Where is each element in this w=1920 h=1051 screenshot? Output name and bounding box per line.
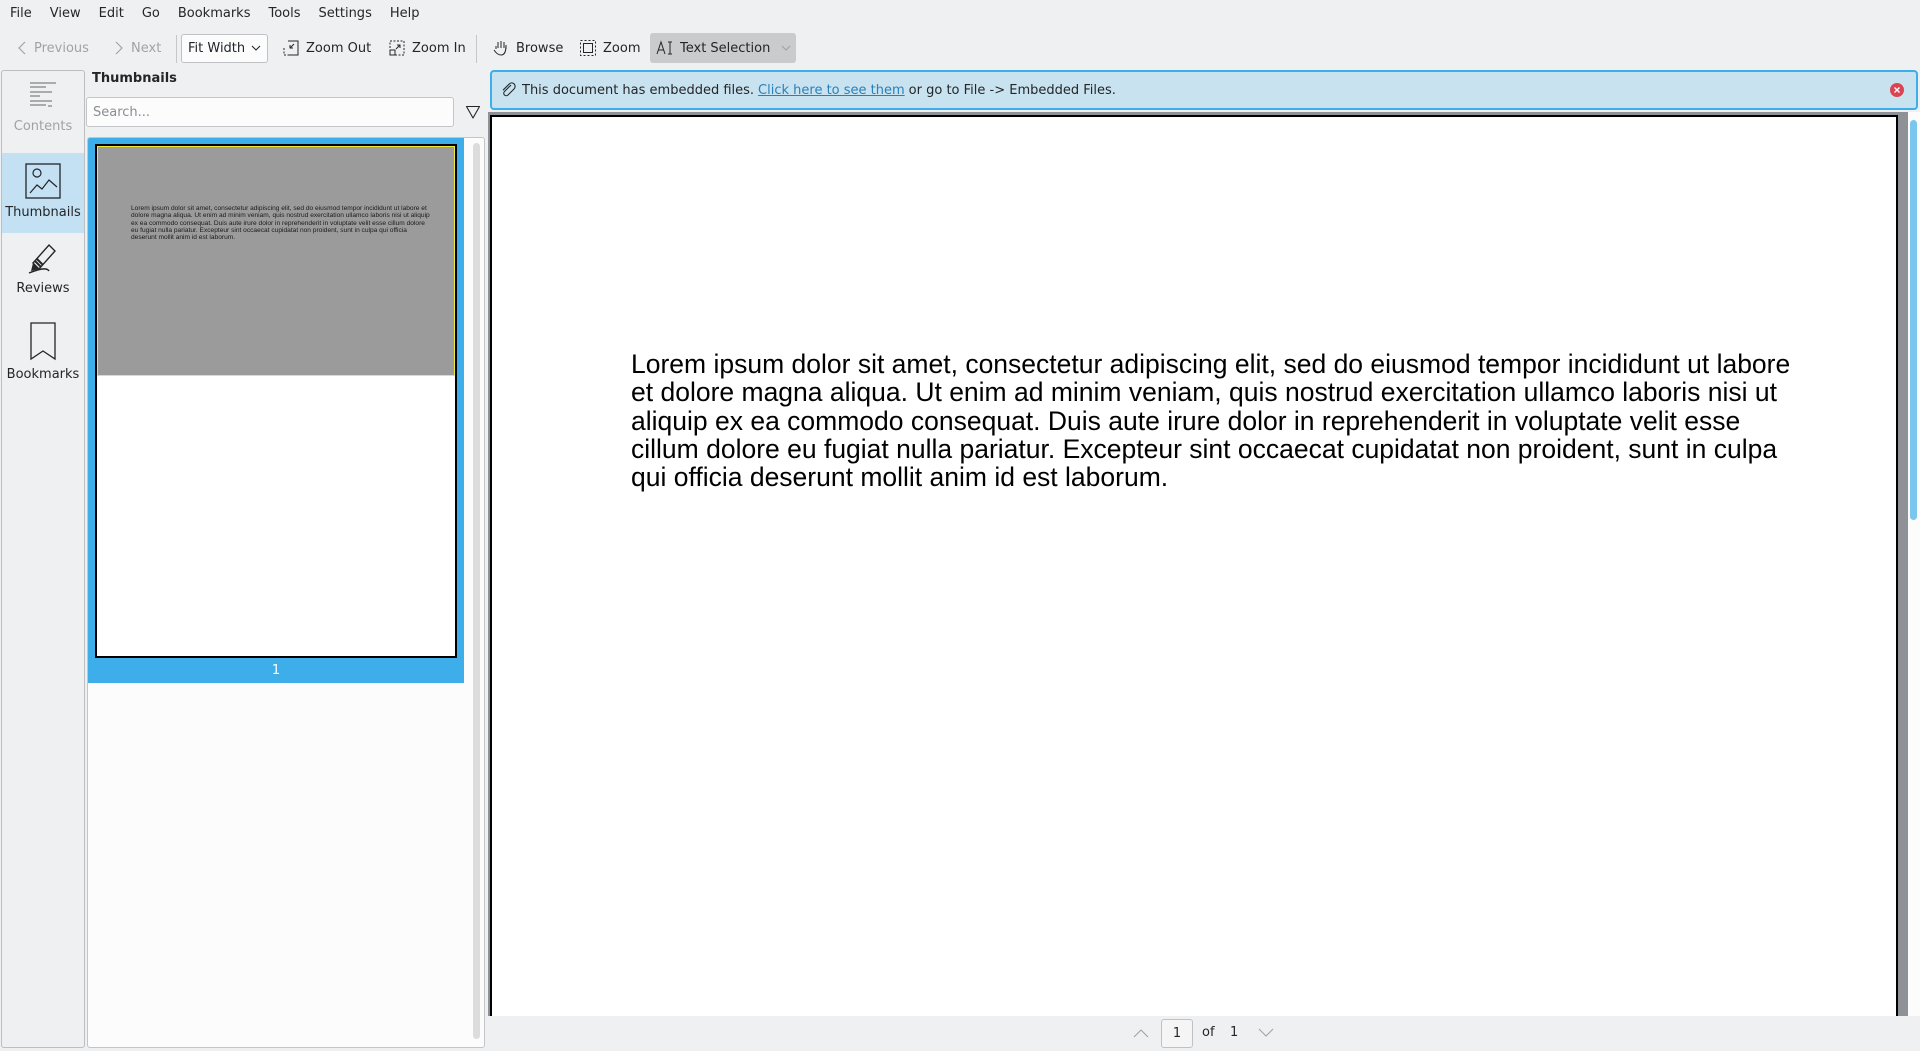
zoom-in-icon — [389, 40, 405, 56]
previous-button[interactable]: Previous — [10, 33, 95, 63]
zoom-out-label: Zoom Out — [306, 40, 372, 56]
zoom-in-label: Zoom In — [412, 40, 466, 56]
thumbnail-page-text: Lorem ipsum dolor sit amet, consectetur … — [131, 205, 430, 242]
hand-icon — [493, 41, 507, 56]
page-navigation-bar: of 1 — [488, 1016, 1920, 1051]
filter-button[interactable] — [463, 102, 483, 122]
menu-go[interactable]: Go — [132, 0, 168, 28]
paperclip-icon — [502, 82, 516, 97]
thumbnails-panel: Thumbnails Lorem ipsum dolor sit amet, c… — [86, 70, 486, 1048]
embedded-files-banner: This document has embedded files. Click … — [490, 70, 1918, 110]
vertical-scrollbar-track[interactable] — [1908, 112, 1920, 1016]
toolbar-separator — [476, 35, 477, 63]
banner-text: This document has embedded files. — [522, 82, 755, 98]
thumbnail-search-input[interactable] — [86, 97, 454, 127]
document-text[interactable]: Lorem ipsum dolor sit amet, consectetur … — [631, 350, 1791, 492]
sidebar-item-reviews[interactable]: Reviews — [2, 239, 84, 319]
zoom-tool-label: Zoom — [603, 40, 641, 56]
sidebar: Contents Thumbnails Reviews Bookmarks — [1, 70, 85, 1048]
menu-help[interactable]: Help — [380, 0, 428, 28]
sidebar-item-contents[interactable]: Contents — [2, 79, 84, 159]
zoom-mode-select[interactable]: Fit Width — [181, 34, 268, 63]
thumbnail-page-preview[interactable]: Lorem ipsum dolor sit amet, consectetur … — [95, 144, 457, 658]
zoom-tool-button[interactable]: Zoom — [573, 33, 646, 63]
sidebar-item-bookmarks[interactable]: Bookmarks — [2, 321, 84, 401]
toolbar: Previous Next Fit Width Zoom Out Zoom In… — [0, 29, 1920, 69]
browse-label: Browse — [516, 40, 564, 56]
close-banner-button[interactable] — [1890, 83, 1904, 97]
current-page-input[interactable] — [1161, 1019, 1193, 1048]
menu-bookmarks[interactable]: Bookmarks — [168, 0, 259, 28]
thumbnail-item[interactable]: Lorem ipsum dolor sit amet, consectetur … — [88, 138, 464, 683]
zoom-mode-value: Fit Width — [188, 41, 246, 56]
menu-view[interactable]: View — [40, 0, 89, 28]
thumbnail-list: Lorem ipsum dolor sit amet, consectetur … — [87, 137, 485, 1048]
document-area: This document has embedded files. Click … — [488, 70, 1920, 1051]
chevron-down-icon — [1258, 1028, 1274, 1037]
previous-label: Previous — [34, 40, 89, 56]
thumbnail-scrollbar[interactable] — [473, 143, 480, 1039]
banner-text-after: or go to File -> Embedded Files. — [908, 82, 1116, 98]
sidebar-label: Thumbnails — [5, 205, 81, 220]
text-selection-label: Text Selection — [680, 40, 771, 56]
menu-file[interactable]: File — [0, 0, 40, 28]
menu-tools[interactable]: Tools — [258, 0, 308, 28]
browse-tool-button[interactable]: Browse — [486, 33, 569, 63]
text-cursor-icon — [656, 40, 672, 55]
close-icon — [1894, 87, 1900, 93]
zoom-out-button[interactable]: Zoom Out — [276, 33, 377, 63]
menu-bar: File View Edit Go Bookmarks Tools Settin… — [0, 0, 1920, 28]
next-page-button[interactable] — [1256, 1024, 1276, 1042]
panel-title: Thumbnails — [92, 71, 177, 86]
bookmarks-icon — [30, 322, 56, 361]
filter-icon — [465, 105, 481, 119]
zoom-in-button[interactable]: Zoom In — [382, 33, 472, 63]
sidebar-item-thumbnails[interactable]: Thumbnails — [2, 153, 84, 233]
total-pages: 1 — [1230, 1025, 1239, 1040]
sidebar-label: Bookmarks — [6, 367, 80, 382]
visible-area-highlight — [97, 146, 455, 376]
next-button[interactable]: Next — [107, 33, 167, 63]
vertical-scrollbar-handle[interactable] — [1910, 120, 1917, 520]
page-of-label: of — [1202, 1025, 1215, 1040]
sidebar-label: Contents — [13, 119, 73, 134]
zoom-select-icon — [580, 40, 596, 56]
chevron-down-icon — [251, 45, 261, 51]
previous-page-button[interactable] — [1131, 1024, 1151, 1042]
sidebar-label: Reviews — [16, 281, 70, 296]
next-label: Next — [131, 40, 162, 56]
text-selection-tool-button[interactable]: Text Selection — [650, 33, 796, 63]
document-page[interactable]: Lorem ipsum dolor sit amet, consectetur … — [490, 115, 1898, 1025]
chevron-left-icon — [18, 41, 26, 55]
toolbar-separator — [176, 35, 177, 63]
contents-icon — [30, 82, 56, 107]
chevron-down-icon[interactable] — [780, 42, 792, 54]
thumbnail-page-number: 1 — [271, 663, 281, 678]
chevron-up-icon — [1133, 1029, 1149, 1038]
document-viewport: Lorem ipsum dolor sit amet, consectetur … — [488, 112, 1908, 1025]
menu-settings[interactable]: Settings — [309, 0, 380, 28]
embedded-files-link[interactable]: Click here to see them — [758, 83, 905, 98]
chevron-right-icon — [115, 41, 123, 55]
thumbnails-icon — [25, 163, 61, 199]
zoom-out-icon — [283, 40, 299, 56]
reviews-icon — [28, 243, 56, 274]
menu-edit[interactable]: Edit — [89, 0, 132, 28]
